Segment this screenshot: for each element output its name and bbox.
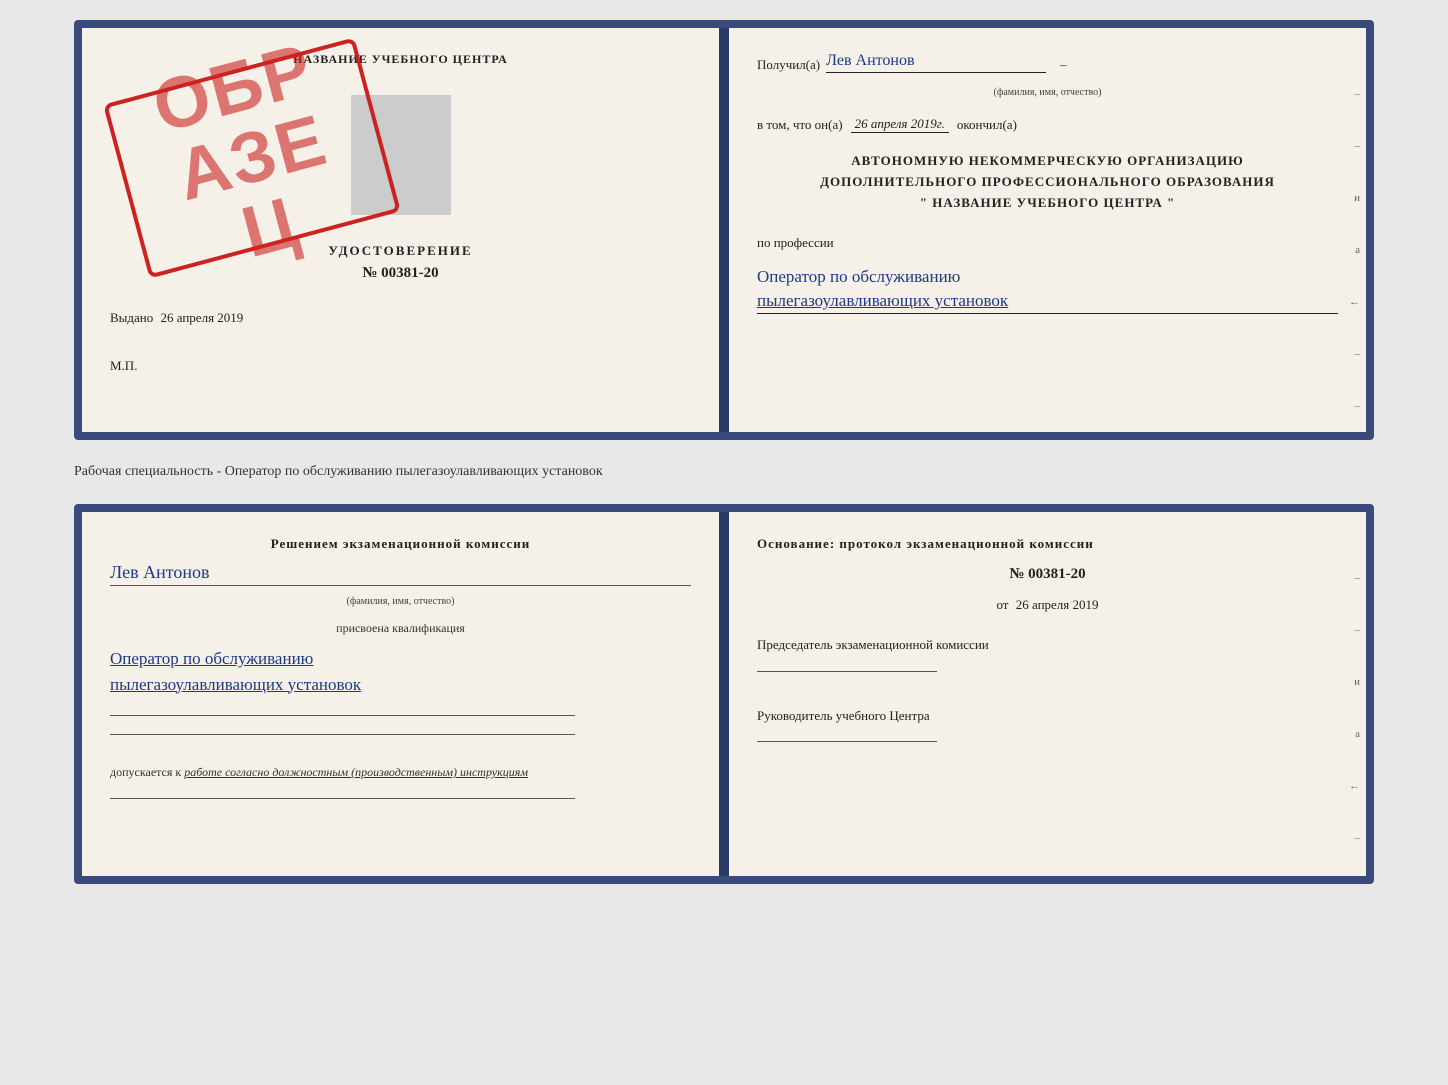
b-side-dash-1: –	[1355, 572, 1361, 584]
kvali-value: Оператор по обслуживанию пылегазоулавлив…	[110, 646, 691, 697]
side-arrow: ←	[1349, 296, 1360, 308]
photo-placeholder	[351, 95, 451, 215]
kvali-line1: Оператор по обслуживанию	[110, 646, 691, 672]
certificate-book-top: НАЗВАНИЕ УЧЕБНОГО ЦЕНТРА УДОСТОВЕРЕНИЕ №…	[74, 20, 1374, 440]
ot-prefix: от	[996, 597, 1008, 612]
cert-left-panel: НАЗВАНИЕ УЧЕБНОГО ЦЕНТРА УДОСТОВЕРЕНИЕ №…	[82, 28, 719, 432]
poluchil-name: Лев Антонов	[826, 52, 1046, 73]
book-divider-top	[719, 28, 729, 432]
okonchil-label: окончил(а)	[957, 117, 1017, 133]
b-side-a: а	[1355, 728, 1360, 740]
udostoverenie-number: № 00381-20	[362, 265, 438, 282]
ot-date: от 26 апреля 2019	[757, 597, 1338, 613]
side-i: и	[1354, 192, 1360, 204]
vydano-label: Выдано	[110, 310, 153, 325]
poluchil-dash: –	[1060, 57, 1067, 73]
book-divider-bottom	[719, 512, 729, 876]
side-dash-3: –	[1355, 348, 1361, 360]
bottom-right-side-marks: – – и а ← – – – –	[1349, 572, 1360, 884]
right-side-marks: – – и а ← – – – –	[1349, 88, 1360, 440]
side-dash-4: –	[1355, 400, 1361, 412]
vydano-date: 26 апреля 2019	[161, 310, 244, 325]
bottom-fio: Лев Антонов	[110, 562, 691, 586]
protocol-number: № 00381-20	[757, 566, 1338, 583]
bottom-fio-hint: (фамилия, имя, отчество)	[110, 596, 691, 607]
fio-hint-top: (фамилия, имя, отчество)	[757, 87, 1338, 98]
vtom-row: в том, что он(а) 26 апреля 2019г. окончи…	[757, 116, 1338, 133]
predsedatel-label: Председатель экзаменационной комиссии	[757, 635, 1338, 655]
center-name-label: НАЗВАНИЕ УЧЕБНОГО ЦЕНТРА	[110, 52, 691, 67]
kvali-line2: пылегазоулавливающих установок	[110, 672, 691, 698]
udostoverenie-title: УДОСТОВЕРЕНИЕ	[328, 243, 472, 259]
predsedatel-signature-line	[757, 671, 937, 672]
org-line1: АВТОНОМНУЮ НЕКОММЕРЧЕСКУЮ ОРГАНИЗАЦИЮ	[757, 151, 1338, 172]
org-line2: ДОПОЛНИТЕЛЬНОГО ПРОФЕССИОНАЛЬНОГО ОБРАЗО…	[757, 172, 1338, 193]
predsedatel-section: Председатель экзаменационной комиссии	[757, 635, 1338, 676]
rukovoditel-signature-line	[757, 741, 937, 742]
prof-line2: пылегазоулавливающих установок	[757, 289, 1338, 313]
cert-right-panel: Получил(а) Лев Антонов – (фамилия, имя, …	[729, 28, 1366, 432]
resheniem-title: Решением экзаменационной комиссии	[110, 536, 691, 552]
side-dash-2: –	[1355, 140, 1361, 152]
ot-date-value: 26 апреля 2019	[1016, 597, 1099, 612]
bottom-left-panel: Решением экзаменационной комиссии Лев Ан…	[82, 512, 719, 876]
dopusk-prefix: допускается к	[110, 765, 181, 779]
osnovanie-title: Основание: протокол экзаменационной коми…	[757, 536, 1338, 552]
dopuskaetsya-text: допускается к работе согласно должностны…	[110, 765, 691, 780]
org-info: АВТОНОМНУЮ НЕКОММЕРЧЕСКУЮ ОРГАНИЗАЦИЮ ДО…	[757, 151, 1338, 213]
side-dash-1: –	[1355, 88, 1361, 100]
poluchil-label: Получил(а)	[757, 57, 820, 73]
b-side-i: и	[1354, 676, 1360, 688]
mp-label: М.П.	[110, 358, 691, 374]
b-side-dash-2: –	[1355, 624, 1361, 636]
certificate-book-bottom: Решением экзаменационной комиссии Лев Ан…	[74, 504, 1374, 884]
rukovoditel-section: Руководитель учебного Центра	[757, 706, 1338, 747]
vtom-date: 26 апреля 2019г.	[851, 116, 949, 133]
profession-value: Оператор по обслуживанию пылегазоулавлив…	[757, 265, 1338, 314]
poluchil-row: Получил(а) Лев Антонов –	[757, 52, 1338, 73]
document-wrapper: НАЗВАНИЕ УЧЕБНОГО ЦЕНТРА УДОСТОВЕРЕНИЕ №…	[74, 20, 1374, 884]
middle-specialty-text: Рабочая специальность - Оператор по обсл…	[74, 456, 1374, 488]
b-side-arrow: ←	[1349, 780, 1360, 792]
bottom-right-panel: Основание: протокол экзаменационной коми…	[729, 512, 1366, 876]
side-a: а	[1355, 244, 1360, 256]
b-side-dash-3: –	[1355, 832, 1361, 844]
prof-line1: Оператор по обслуживанию	[757, 265, 1338, 289]
udostoverenie-section: УДОСТОВЕРЕНИЕ № 00381-20	[110, 243, 691, 282]
prisvoena-label: присвоена квалификация	[110, 621, 691, 636]
org-line3: " НАЗВАНИЕ УЧЕБНОГО ЦЕНТРА "	[757, 193, 1338, 214]
dopusk-italic: работе согласно должностным (производств…	[184, 765, 528, 779]
vydano-section: Выдано 26 апреля 2019	[110, 310, 691, 326]
rukovoditel-label: Руководитель учебного Центра	[757, 706, 1338, 726]
po-professii-label: по профессии	[757, 235, 1338, 251]
vtom-prefix: в том, что он(а)	[757, 117, 843, 133]
